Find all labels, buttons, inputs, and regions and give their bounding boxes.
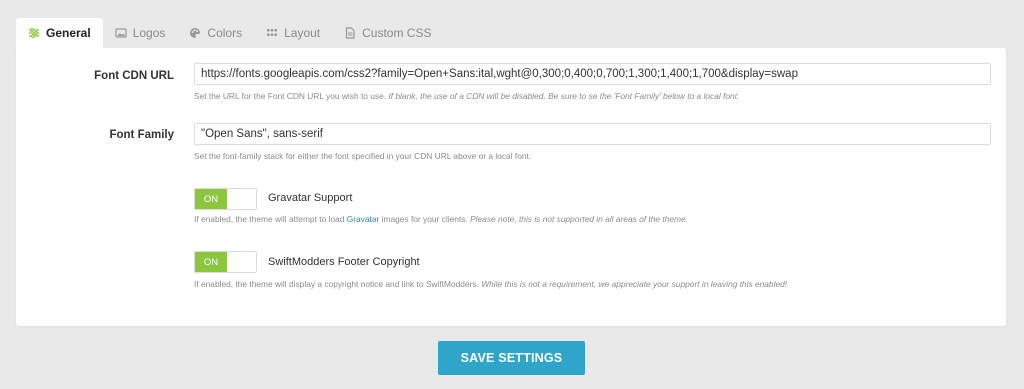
font-cdn-url-help: Set the URL for the Font CDN URL you wis… <box>194 91 740 101</box>
gravatar-support-label: Gravatar Support <box>268 192 353 204</box>
font-family-help: Set the font-family stack for either the… <box>194 151 532 161</box>
file-code-icon <box>344 27 356 39</box>
tab-label: Layout <box>284 26 321 40</box>
toggle-on-state: ON <box>195 189 227 209</box>
gravatar-help: If enabled, the theme will attempt to lo… <box>194 214 688 224</box>
font-cdn-url-label: Font CDN URL <box>94 70 174 82</box>
settings-tabs: General Logos Colors Layout Custom CSS <box>16 18 443 48</box>
sliders-icon <box>28 27 40 39</box>
tab-custom-css[interactable]: Custom CSS <box>332 18 443 48</box>
font-family-label: Font Family <box>109 129 174 141</box>
footer-copyright-label: SwiftModders Footer Copyright <box>268 256 420 268</box>
tab-label: Custom CSS <box>362 26 432 40</box>
tab-label: Colors <box>207 26 243 40</box>
gravatar-toggle[interactable]: ON <box>194 188 257 210</box>
footer-copyright-help: If enabled, the theme will display a cop… <box>194 279 788 289</box>
tab-general[interactable]: General <box>16 18 103 48</box>
tab-layout[interactable]: Layout <box>254 18 332 48</box>
grid-icon <box>266 27 278 39</box>
toggle-on-state: ON <box>195 252 227 272</box>
save-settings-button[interactable]: SAVE SETTINGS <box>438 341 585 375</box>
tab-colors[interactable]: Colors <box>177 18 254 48</box>
font-family-input[interactable] <box>194 123 991 145</box>
palette-icon <box>189 27 201 39</box>
font-cdn-url-input[interactable] <box>194 63 991 85</box>
tab-label: General <box>46 26 91 40</box>
gravatar-link[interactable]: Gravatar <box>347 214 380 224</box>
footer-copyright-toggle[interactable]: ON <box>194 251 257 273</box>
tab-label: Logos <box>132 26 166 40</box>
general-settings-panel: Font CDN URL Set the URL for the Font CD… <box>16 48 1006 326</box>
image-icon <box>115 27 127 39</box>
tab-logos[interactable]: Logos <box>103 18 178 48</box>
